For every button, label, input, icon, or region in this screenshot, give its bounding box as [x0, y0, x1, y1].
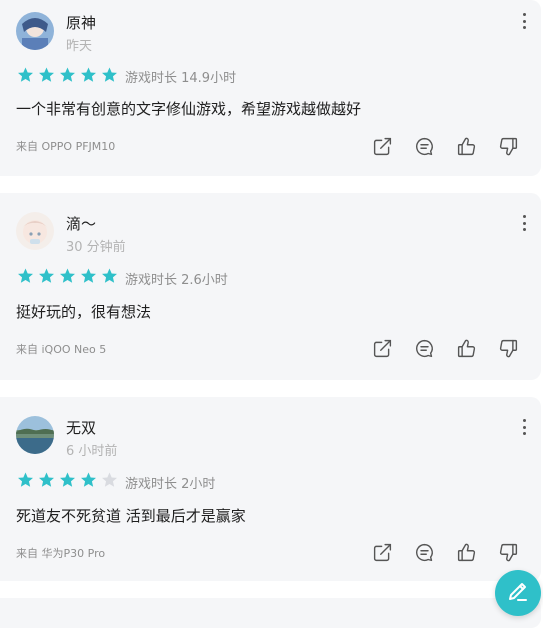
star-filled-icon — [81, 67, 96, 82]
star-filled-icon — [39, 472, 54, 487]
comment-icon[interactable] — [414, 136, 435, 157]
thumbs-up-icon[interactable] — [456, 338, 477, 359]
playtime: 游戏时长 2小时 — [125, 477, 216, 492]
review-text: 死道友不死贫道 活到最后才是赢家 — [16, 507, 246, 525]
share-icon[interactable] — [372, 136, 393, 157]
device-label: 来自 OPPO PFJM10 — [16, 140, 116, 153]
playtime: 游戏时长 2.6小时 — [125, 273, 228, 288]
pen-icon — [506, 579, 530, 607]
avatar[interactable] — [16, 212, 54, 250]
rating-stars — [16, 66, 119, 84]
star-filled-icon — [18, 472, 33, 487]
username[interactable]: 无双 — [66, 417, 96, 438]
review-card: 原神 昨天 游戏时长 14.9小时 一个非常有创意的文字修仙游戏，希望游戏越做越… — [0, 0, 541, 176]
comment-icon[interactable] — [414, 542, 435, 563]
write-review-button[interactable] — [495, 570, 541, 616]
username[interactable]: 滴～ — [66, 213, 96, 234]
star-empty-icon — [102, 472, 117, 487]
post-time: 30 分钟前 — [66, 240, 126, 255]
star-filled-icon — [60, 67, 75, 82]
review-actions — [372, 136, 519, 157]
rating-stars — [16, 267, 119, 285]
thumbs-down-icon[interactable] — [498, 136, 519, 157]
thumbs-up-icon[interactable] — [456, 542, 477, 563]
more-vertical-icon[interactable] — [521, 419, 527, 435]
review-actions — [372, 338, 519, 359]
review-text: 一个非常有创意的文字修仙游戏，希望游戏越做越好 — [16, 100, 362, 118]
star-filled-icon — [102, 67, 117, 82]
device-label: 来自 iQOO Neo 5 — [16, 343, 107, 356]
playtime: 游戏时长 14.9小时 — [125, 71, 237, 86]
share-icon[interactable] — [372, 542, 393, 563]
more-vertical-icon[interactable] — [521, 13, 527, 29]
post-time: 6 小时前 — [66, 444, 118, 459]
star-filled-icon — [39, 268, 54, 283]
star-filled-icon — [18, 268, 33, 283]
comment-icon[interactable] — [414, 338, 435, 359]
star-filled-icon — [60, 268, 75, 283]
review-text: 挺好玩的，很有想法 — [16, 303, 152, 321]
thumbs-up-icon[interactable] — [456, 136, 477, 157]
review-card — [0, 598, 541, 628]
post-time: 昨天 — [66, 39, 93, 54]
avatar[interactable] — [16, 12, 54, 50]
review-card: 滴～ 30 分钟前 游戏时长 2.6小时 挺好玩的，很有想法 来自 iQOO N… — [0, 193, 541, 380]
avatar[interactable] — [16, 416, 54, 454]
share-icon[interactable] — [372, 338, 393, 359]
star-filled-icon — [81, 472, 96, 487]
star-filled-icon — [39, 67, 54, 82]
thumbs-down-icon[interactable] — [498, 338, 519, 359]
star-filled-icon — [18, 67, 33, 82]
review-actions — [372, 542, 519, 563]
username[interactable]: 原神 — [66, 12, 96, 33]
thumbs-down-icon[interactable] — [498, 542, 519, 563]
star-filled-icon — [102, 268, 117, 283]
star-filled-icon — [81, 268, 96, 283]
star-filled-icon — [60, 472, 75, 487]
rating-stars — [16, 471, 119, 489]
device-label: 来自 华为P30 Pro — [16, 547, 106, 560]
more-vertical-icon[interactable] — [521, 215, 527, 231]
review-card: 无双 6 小时前 游戏时长 2小时 死道友不死贫道 活到最后才是赢家 来自 华为… — [0, 397, 541, 581]
